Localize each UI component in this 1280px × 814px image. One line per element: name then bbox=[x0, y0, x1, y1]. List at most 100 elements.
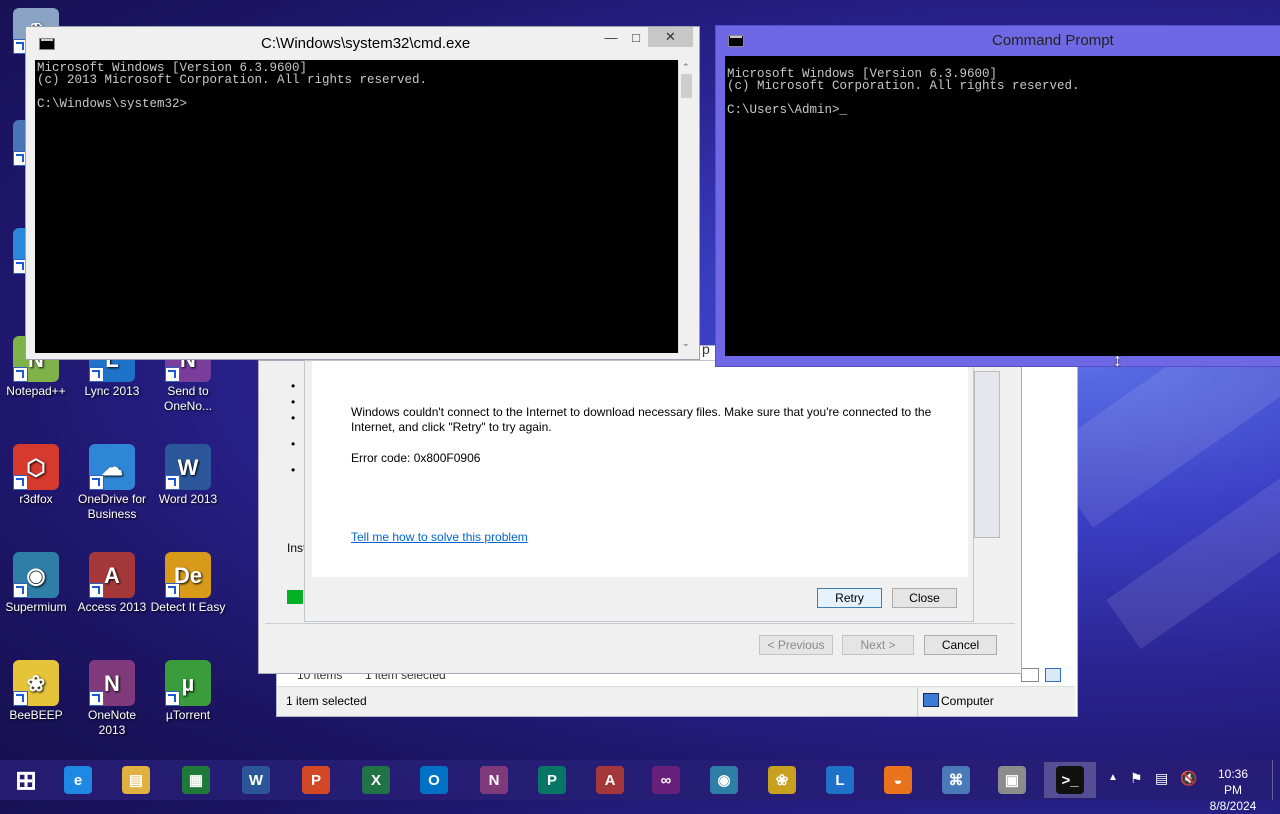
taskbar-visual-studio[interactable]: ∞ bbox=[640, 762, 692, 798]
bullet-list: • • • • • bbox=[291, 379, 296, 477]
window-title: Command Prompt bbox=[992, 32, 1114, 49]
app-icon: W bbox=[165, 444, 211, 490]
clock-time: 10:36 PM bbox=[1217, 767, 1249, 797]
desktop-icon-label: Detect It Easy bbox=[150, 600, 226, 614]
access-icon: A bbox=[596, 766, 624, 794]
desktop-icon[interactable]: N OneNote 2013 bbox=[74, 660, 150, 738]
taskbar-cmd[interactable]: >_ bbox=[1044, 762, 1096, 798]
app-glyph: De bbox=[173, 562, 203, 588]
cmd-window-system32[interactable]: C:\Windows\system32\cmd.exe — □ ✕ Micros… bbox=[25, 26, 700, 360]
taskbar-installer[interactable]: ▣ bbox=[986, 762, 1038, 798]
taskbar-access[interactable]: A bbox=[584, 762, 636, 798]
taskbar-publisher[interactable]: P bbox=[526, 762, 578, 798]
desktop-icon[interactable]: ☁ OneDrive for Business bbox=[74, 444, 150, 522]
console-output: Microsoft Windows [Version 6.3.9600] (c)… bbox=[727, 67, 1080, 117]
previous-button[interactable]: < Previous bbox=[759, 635, 833, 655]
ie-icon: e bbox=[64, 766, 92, 794]
taskbar-beebeep[interactable]: ❀ bbox=[756, 762, 808, 798]
taskbar-outlook[interactable]: O bbox=[408, 762, 460, 798]
app-icon: ◉ bbox=[13, 552, 59, 598]
computer-icon bbox=[923, 693, 939, 707]
close-window-button[interactable]: ✕ bbox=[648, 27, 693, 47]
network-icon[interactable]: ▤ bbox=[1155, 770, 1168, 787]
minimize-button[interactable]: — bbox=[601, 30, 621, 45]
desktop-icon[interactable]: A Access 2013 bbox=[74, 552, 150, 615]
cmd-window-admin[interactable]: Command Prompt Microsoft Windows [Versio… bbox=[715, 25, 1280, 367]
error-dialog: Windows couldn't connect to the Internet… bbox=[304, 360, 974, 622]
taskbar-onenote[interactable]: N bbox=[468, 762, 520, 798]
status-divider bbox=[917, 687, 918, 716]
taskbar-excel[interactable]: X bbox=[350, 762, 402, 798]
taskbar-ie[interactable]: e bbox=[52, 762, 104, 798]
taskbar-network-tool[interactable]: ⌘ bbox=[930, 762, 982, 798]
taskbar-excel-store[interactable]: ▦ bbox=[170, 762, 222, 798]
desktop-icon-label: OneNote 2013 bbox=[87, 708, 137, 737]
vertical-scrollbar[interactable]: ⌃ ⌄ bbox=[678, 60, 695, 353]
shortcut-arrow-icon bbox=[165, 691, 180, 706]
resize-cursor-icon: ↕ bbox=[1113, 350, 1122, 370]
supermium-icon: ◉ bbox=[710, 766, 738, 794]
app-icon: De bbox=[165, 552, 211, 598]
scroll-thumb[interactable] bbox=[681, 74, 692, 98]
cancel-button[interactable]: Cancel bbox=[924, 635, 997, 655]
shortcut-arrow-icon bbox=[165, 475, 180, 490]
console-screen[interactable]: Microsoft Windows [Version 6.3.9600] (c)… bbox=[35, 60, 678, 353]
app-glyph: ◉ bbox=[26, 562, 46, 588]
details-view-icon[interactable] bbox=[1021, 668, 1039, 682]
shortcut-arrow-icon bbox=[13, 475, 28, 490]
maximize-button[interactable]: □ bbox=[626, 30, 646, 45]
explorer-icon: ▤ bbox=[122, 766, 150, 794]
desktop-icon[interactable]: ⬡ r3dfox bbox=[0, 444, 74, 507]
status-selected: 1 item selected bbox=[286, 694, 367, 708]
taskbar-start[interactable]: ⊞ bbox=[0, 762, 52, 798]
next-button[interactable]: Next > bbox=[842, 635, 914, 655]
large-icons-view-icon[interactable] bbox=[1045, 668, 1061, 682]
close-button[interactable]: Close bbox=[892, 588, 957, 608]
cmd-icon bbox=[39, 38, 55, 50]
clock[interactable]: 10:36 PM 8/8/2024 bbox=[1208, 766, 1258, 814]
desktop-icon[interactable]: De Detect It Easy bbox=[150, 552, 226, 615]
excel-icon: X bbox=[362, 766, 390, 794]
error-dialog-body: Windows couldn't connect to the Internet… bbox=[312, 361, 968, 577]
show-desktop-button[interactable] bbox=[1272, 760, 1280, 800]
network-tool-icon: ⌘ bbox=[942, 766, 970, 794]
taskbar-explorer[interactable]: ▤ bbox=[110, 762, 162, 798]
console-screen[interactable]: Microsoft Windows [Version 6.3.9600] (c)… bbox=[725, 56, 1280, 356]
app-glyph: N bbox=[104, 670, 120, 696]
taskbar-supermium[interactable]: ◉ bbox=[698, 762, 750, 798]
console-output: Microsoft Windows [Version 6.3.9600] (c)… bbox=[37, 61, 428, 111]
app-glyph: ⬡ bbox=[26, 454, 46, 480]
scroll-down-icon[interactable]: ⌄ bbox=[682, 338, 690, 349]
help-link[interactable]: Tell me how to solve this problem bbox=[351, 530, 528, 544]
desktop-icon-label: Lync 2013 bbox=[84, 384, 140, 398]
wizard-separator bbox=[265, 623, 1015, 624]
app-icon: µ bbox=[165, 660, 211, 706]
scroll-up-icon[interactable]: ⌃ bbox=[682, 62, 690, 73]
taskbar-orange-app[interactable]: ◒ bbox=[872, 762, 924, 798]
installer-icon: ▣ bbox=[998, 766, 1026, 794]
action-center-flag-icon[interactable]: ⚑ bbox=[1130, 770, 1143, 787]
publisher-icon: P bbox=[538, 766, 566, 794]
volume-muted-icon[interactable]: 🔇 bbox=[1180, 770, 1197, 787]
taskbar: ⊞ e ▤ ▦ W P X O N P A ∞ ◉ ❀ L ◒ ⌘ ▣ >_ ▲ ⚑ ▤ 🔇 10:36 PM 8/… bbox=[0, 760, 1280, 813]
desktop-icon[interactable]: µ µTorrent bbox=[150, 660, 226, 723]
desktop-icon-label: µTorrent bbox=[165, 708, 211, 722]
taskbar-powerpoint[interactable]: P bbox=[290, 762, 342, 798]
desktop-icon[interactable]: W Word 2013 bbox=[150, 444, 226, 507]
desktop-icon[interactable]: ❀ BeeBEEP bbox=[0, 660, 74, 723]
error-message: Windows couldn't connect to the Internet… bbox=[351, 405, 932, 434]
cmd-icon: >_ bbox=[1056, 766, 1084, 794]
desktop-icon-label: Supermium bbox=[5, 600, 67, 614]
desktop-icon-label: Notepad++ bbox=[6, 384, 66, 398]
taskbar-word[interactable]: W bbox=[230, 762, 282, 798]
retry-button[interactable]: Retry bbox=[817, 588, 882, 608]
shortcut-arrow-icon bbox=[13, 691, 28, 706]
taskbar-lync[interactable]: L bbox=[814, 762, 866, 798]
app-glyph: µ bbox=[181, 670, 195, 696]
desktop-icon[interactable]: ◉ Supermium bbox=[0, 552, 74, 615]
desktop-icon-label: Access 2013 bbox=[77, 600, 147, 614]
shortcut-arrow-icon bbox=[89, 691, 104, 706]
show-hidden-icons[interactable]: ▲ bbox=[1108, 772, 1118, 783]
cmd-icon bbox=[728, 35, 744, 47]
shortcut-arrow-icon bbox=[165, 367, 180, 382]
